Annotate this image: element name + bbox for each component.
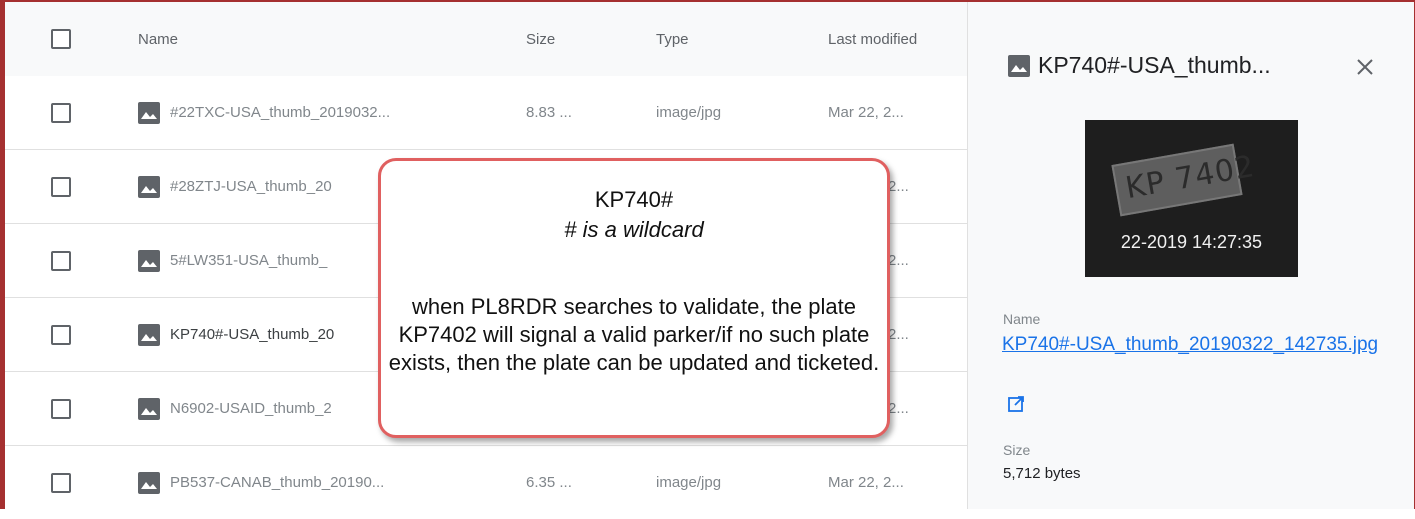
file-type: image/jpg [656, 104, 722, 121]
file-name: #28ZTJ-USA_thumb_20 [170, 178, 332, 195]
header-name[interactable]: Name [138, 31, 178, 48]
row-checkbox[interactable] [51, 324, 71, 345]
image-icon [1008, 54, 1030, 77]
file-modified: 2... [888, 326, 909, 343]
row-checkbox[interactable] [51, 102, 71, 123]
file-size: 8.83 ... [526, 104, 572, 121]
callout-subtitle: # is a wildcard [564, 217, 704, 242]
header-last-modified[interactable]: Last modified [828, 31, 918, 48]
thumbnail-timestamp: 22-2019 14:27:35 [1120, 232, 1263, 252]
image-icon [138, 175, 160, 198]
row-checkbox[interactable] [51, 176, 71, 197]
file-name: N6902-USAID_thumb_2 [170, 400, 332, 417]
row-checkbox[interactable] [51, 250, 71, 271]
file-name: PB537-CANAB_thumb_20190... [170, 474, 385, 491]
file-name: 5#LW351-USA_thumb_ [170, 252, 328, 269]
row-checkbox[interactable] [51, 472, 71, 493]
open-in-new-icon[interactable] [1007, 395, 1025, 413]
table-header: Name Size Type Last modified [5, 2, 967, 77]
file-name: #22TXC-USA_thumb_2019032... [170, 104, 391, 121]
file-modified: 2... [888, 178, 909, 195]
annotation-callout: KP740# # is a wildcard when PL8RDR searc… [378, 158, 890, 438]
file-modified: Mar 22, 2... [828, 104, 904, 121]
size-value: 5,712 bytes [1003, 465, 1081, 482]
file-modified: 2... [888, 400, 909, 417]
header-size[interactable]: Size [526, 31, 555, 48]
panel-title: KP740#-USA_thumb... [1008, 52, 1271, 79]
file-type: image/jpg [656, 474, 722, 491]
panel-title-text: KP740#-USA_thumb... [1038, 52, 1271, 78]
file-size: 6.35 ... [526, 474, 572, 491]
size-label: Size [1003, 442, 1031, 458]
table-row[interactable]: #22TXC-USA_thumb_2019032... 8.83 ... ima… [5, 76, 967, 150]
callout-title: KP740# [594, 187, 674, 212]
image-icon [138, 101, 160, 124]
image-icon [138, 471, 160, 494]
select-all-checkbox[interactable] [51, 29, 71, 49]
details-panel: KP740#-USA_thumb... KP 7402 22-2019 14:2… [967, 2, 1414, 509]
file-modified: Mar 22, 2... [828, 474, 904, 491]
name-label: Name [1003, 311, 1041, 327]
row-checkbox[interactable] [51, 398, 71, 419]
image-thumbnail: KP 7402 22-2019 14:27:35 [1085, 120, 1298, 277]
image-icon [138, 397, 160, 420]
image-icon [138, 249, 160, 272]
file-modified: 2... [888, 252, 909, 269]
image-icon [138, 323, 160, 346]
header-type[interactable]: Type [656, 31, 689, 48]
file-name-link[interactable]: KP740#-USA_thumb_20190322_142735.jpg [1002, 332, 1402, 357]
close-icon[interactable] [1353, 55, 1377, 79]
table-row[interactable]: PB537-CANAB_thumb_20190... 6.35 ... imag… [5, 446, 967, 519]
file-name: KP740#-USA_thumb_20 [170, 326, 335, 343]
callout-body: when PL8RDR searches to validate, the pl… [388, 294, 880, 375]
